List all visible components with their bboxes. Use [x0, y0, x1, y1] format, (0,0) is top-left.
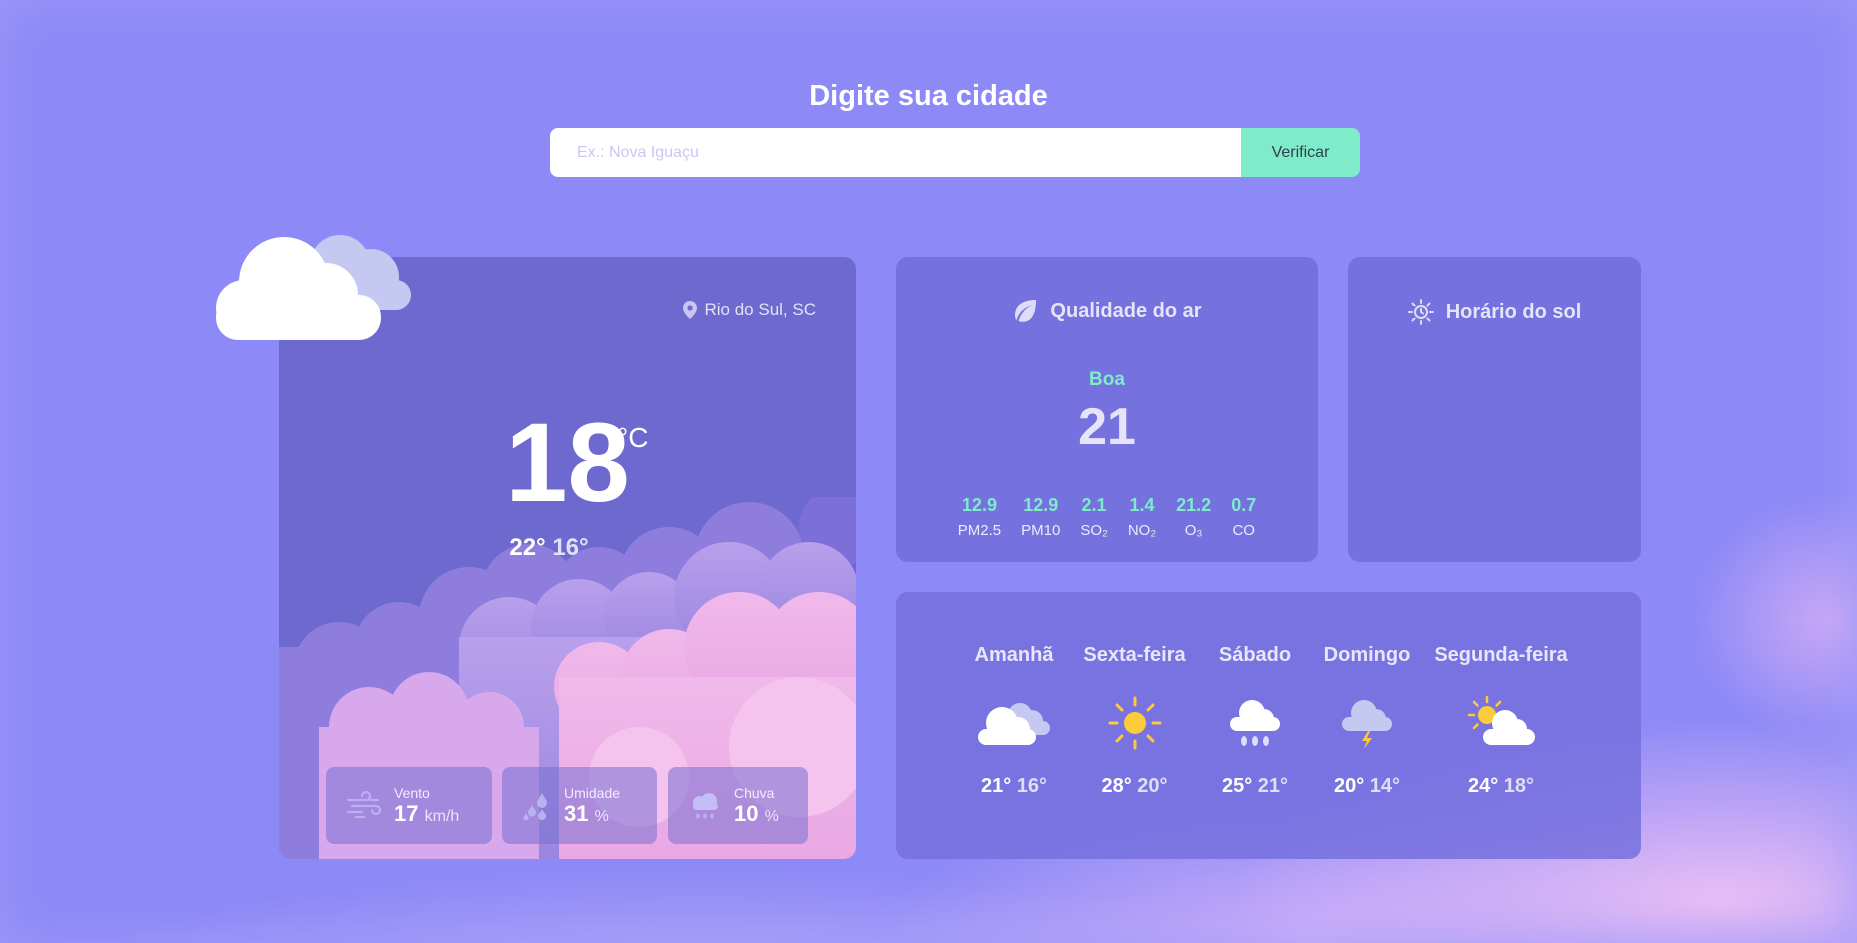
- forecast-day: Segunda-feira 24° 18°: [1419, 644, 1583, 798]
- forecast-max: 24°: [1467, 775, 1499, 797]
- stat-rain: Chuva 10 %: [668, 767, 808, 844]
- sun-times-title: Horário do sol: [1445, 300, 1582, 323]
- stat-humidity-label: Umidade: [564, 784, 621, 801]
- forecast-day-name: Amanhã: [974, 644, 1054, 666]
- pollutant-name: PM2.5: [957, 522, 1002, 539]
- air-quality-index: 21: [1078, 398, 1136, 456]
- location-label: Rio do Sul, SC: [704, 300, 817, 319]
- stat-wind-number: 17: [394, 800, 419, 826]
- search-title: Digite sua cidade: [809, 80, 1048, 112]
- pollutant-item: 12.9 PM2.5: [958, 495, 1001, 539]
- pollutant-value: 1.4: [1129, 495, 1155, 515]
- pollutant-value: 2.1: [1081, 495, 1107, 515]
- forecast-min: 21°: [1257, 775, 1289, 797]
- pollutant-name: SO₂: [1080, 522, 1108, 539]
- pollutant-item: 2.1 SO₂: [1080, 495, 1108, 539]
- forecast-min: 14°: [1369, 775, 1401, 797]
- partly-cloudy-icon: [1467, 695, 1535, 745]
- forecast-max: 21°: [980, 775, 1012, 797]
- pollutant-item: 12.9 PM10: [1021, 495, 1060, 539]
- city-search-input[interactable]: [550, 128, 1241, 177]
- sun-times-card: Horário do sol: [1348, 257, 1641, 562]
- air-quality-card: Qualidade do ar Boa 21 12.9 PM2.5 12.9 P…: [896, 257, 1318, 562]
- stat-rain-number: 10: [734, 800, 759, 826]
- forecast-card: Amanhã 21° 16° Sexta-feira 28° 20° Sábad…: [896, 592, 1641, 859]
- stat-rain-value: 10 %: [734, 801, 779, 827]
- pollutant-value: 21.2: [1176, 495, 1212, 515]
- stat-wind-label: Vento: [394, 784, 430, 801]
- stat-wind-value: 17 km/h: [394, 801, 459, 827]
- forecast-min: 18°: [1503, 775, 1535, 797]
- temperature-value: 18: [505, 400, 630, 525]
- air-quality-title: Qualidade do ar: [1050, 299, 1202, 322]
- pollutant-item: 21.2 O₃: [1176, 495, 1211, 539]
- pollutant-value: 0.7: [1231, 495, 1257, 515]
- forecast-day-name: Sábado: [1218, 644, 1292, 666]
- stat-rain-label: Chuva: [734, 784, 775, 801]
- stat-humidity: Umidade 31 %: [502, 767, 657, 844]
- pollutant-name: CO: [1232, 522, 1255, 539]
- rain-icon: [1230, 700, 1280, 746]
- pollutant-name: O₃: [1184, 522, 1203, 539]
- pollutant-item: 1.4 NO₂: [1128, 495, 1156, 539]
- forecast-max: 20°: [1333, 775, 1365, 797]
- forecast-day-name: Segunda-feira: [1434, 644, 1568, 666]
- forecast-list: Amanhã 21° 16° Sexta-feira 28° 20° Sábad…: [896, 644, 1641, 798]
- sun-clock-icon: [1407, 299, 1434, 325]
- temperature-max: 22°: [509, 534, 546, 561]
- temperature-range: 22° 16°: [279, 534, 819, 562]
- temperature: 18: [279, 407, 856, 519]
- forecast-day: Amanhã 21° 16°: [954, 644, 1074, 798]
- pollutant-item: 0.7 CO: [1231, 495, 1256, 539]
- forecast-day-name: Sexta-feira: [1083, 644, 1186, 666]
- forecast-day: Sexta-feira 28° 20°: [1074, 644, 1195, 798]
- forecast-day-name: Domingo: [1323, 644, 1411, 666]
- pollutant-name: PM10: [1021, 522, 1061, 539]
- temperature-unit: °C: [617, 422, 649, 453]
- forecast-temps: 21° 16°: [954, 775, 1074, 798]
- forecast-max: 25°: [1221, 775, 1253, 797]
- cloud-icon: [216, 235, 411, 340]
- location-pin-icon: [682, 301, 697, 319]
- stat-wind-unit: km/h: [424, 807, 460, 825]
- forecast-max: 28°: [1101, 775, 1132, 797]
- sunny-icon: [1108, 696, 1161, 750]
- leaf-icon: [1015, 300, 1037, 322]
- stat-rain-unit: %: [764, 807, 779, 825]
- air-quality-status: Boa: [1089, 369, 1125, 390]
- location: Rio do Sul, SC: [682, 300, 817, 320]
- stat-humidity-number: 31: [564, 800, 589, 826]
- pollutant-name: NO₂: [1127, 522, 1157, 539]
- stat-wind: Vento 17 km/h: [326, 767, 492, 844]
- verify-button[interactable]: Verificar: [1241, 128, 1360, 177]
- pollutant-value: 12.9: [961, 495, 997, 515]
- pollutants-list: 12.9 PM2.5 12.9 PM10 2.1 SO₂ 1.4 NO₂ 21.…: [896, 495, 1318, 539]
- humidity-icon: [523, 792, 547, 820]
- forecast-day: Sábado 25° 21°: [1195, 644, 1315, 798]
- search-bar: Verificar: [550, 128, 1360, 177]
- pollutant-value: 12.9: [1023, 495, 1059, 515]
- forecast-min: 20°: [1137, 775, 1168, 797]
- forecast-min: 16°: [1016, 775, 1048, 797]
- thunderstorm-icon: [1342, 700, 1392, 749]
- cloudy-icon: [978, 703, 1050, 745]
- stat-humidity-unit: %: [594, 807, 609, 825]
- forecast-day: Domingo 20° 14°: [1315, 644, 1419, 798]
- wind-icon: [346, 790, 382, 818]
- current-weather-card: Rio do Sul, SC 18 °C 22° 16° Vento 17 km…: [279, 257, 856, 859]
- forecast-temps: 25° 21°: [1195, 775, 1315, 798]
- forecast-temps: 20° 14°: [1315, 775, 1419, 798]
- forecast-temps: 28° 20°: [1074, 775, 1195, 798]
- sun-times-header: Horário do sol: [1348, 299, 1641, 325]
- forecast-temps: 24° 18°: [1419, 775, 1583, 798]
- stat-humidity-value: 31 %: [564, 801, 620, 827]
- rain-cloud-icon: [693, 792, 718, 819]
- temperature-min: 16°: [552, 534, 589, 561]
- air-quality-header: Qualidade do ar: [896, 299, 1318, 323]
